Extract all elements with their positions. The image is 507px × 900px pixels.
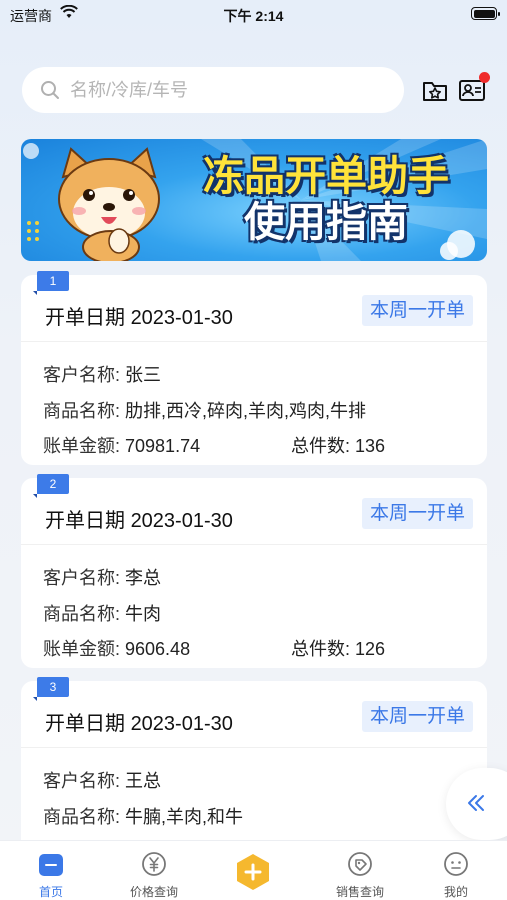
amount-value: 9606.48 [125,639,191,659]
tab-price-label: 价格查询 [129,885,178,899]
yen-icon [142,852,166,876]
goods-value: 牛肉 [125,604,162,624]
tab-mine[interactable]: 我的 [418,841,494,900]
contact-card-button[interactable] [458,72,490,104]
order-week-tag: 本周一开单 [361,498,473,529]
search-input[interactable] [70,79,370,101]
collapse-left-icon [468,795,484,811]
goods-value: 肋排,西冷,碎肉,羊肉,鸡肉,牛排 [125,401,367,421]
customer-row: 客户名称: 王总 [43,767,161,793]
goods-label: 商品名称: [43,604,126,624]
total-count: 总件数: 126 [291,635,385,661]
notification-dot [479,72,490,83]
order-index-badge: 1 [33,271,69,295]
guide-banner[interactable]: 冻品开单助手 使用指南 [21,139,487,261]
star-folder-icon[interactable] [421,76,449,104]
goods-value: 牛腩,羊肉,和牛 [125,807,244,827]
card-divider [21,544,487,545]
goods-row: 商品名称: 牛腩,羊肉,和牛 [43,803,243,829]
tab-price[interactable]: 价格查询 [112,841,196,900]
order-date-value: 2023-01-30 [130,713,233,735]
goods-label: 商品名称: [43,807,126,827]
order-index-badge: 2 [33,474,69,498]
amount-row: 账单金额: 9606.48 [43,635,190,661]
order-card[interactable]: 1 开单日期 2023-01-30 本周一开单 客户名称: 张三 商品名称: 肋… [21,271,487,465]
goods-label: 商品名称: [43,401,126,421]
banner-title: 冻品开单助手 使用指南 [171,153,481,245]
tab-home-label: 首页 [38,885,63,899]
customer-value: 张三 [125,365,162,385]
tab-sales-label: 销售查询 [335,885,384,899]
shiba-dog-illustration [58,147,160,261]
card-divider [21,747,487,748]
customer-label: 客户名称: [43,568,126,588]
add-order-button[interactable] [234,853,272,891]
status-time: 下午 2:14 [223,8,284,24]
order-week-tag: 本周一开单 [361,701,473,732]
customer-value: 李总 [125,568,162,588]
customer-row: 客户名称: 李总 [43,564,161,590]
amount-value: 70981.74 [125,436,201,456]
tab-mine-label: 我的 [443,885,468,899]
customer-row: 客户名称: 张三 [43,361,161,387]
customer-label: 客户名称: [43,771,126,791]
banner-title-line1: 冻品开单助手 [203,152,449,200]
order-date-value: 2023-01-30 [130,307,233,329]
total-value: 136 [355,436,386,456]
order-date: 开单日期 2023-01-30 [45,707,233,736]
goods-row: 商品名称: 肋排,西冷,碎肉,羊肉,鸡肉,牛排 [43,397,366,423]
status-bar: 运营商 下午 2:14 [0,0,507,30]
tag-icon [348,852,372,876]
total-count: 总件数: 136 [291,432,385,458]
card-divider [21,341,487,342]
total-label: 总件数: [291,639,356,659]
order-week-tag: 本周一开单 [361,295,473,326]
order-date-label: 开单日期 [45,510,125,532]
face-icon [444,852,468,876]
search-icon [41,81,59,99]
tab-home[interactable]: 首页 [12,841,90,900]
total-label: 总件数: [291,436,356,456]
total-value: 126 [355,639,386,659]
amount-row: 账单金额: 70981.74 [43,432,200,458]
order-date-label: 开单日期 [45,307,125,329]
home-icon [39,854,63,876]
banner-title-line2: 使用指南 [244,198,408,246]
customer-label: 客户名称: [43,365,126,385]
order-date: 开单日期 2023-01-30 [45,301,233,330]
order-date-value: 2023-01-30 [130,510,233,532]
order-date: 开单日期 2023-01-30 [45,504,233,533]
amount-label: 账单金额: [43,436,126,456]
customer-value: 王总 [125,771,162,791]
order-card[interactable]: 2 开单日期 2023-01-30 本周一开单 客户名称: 李总 商品名称: 牛… [21,474,487,668]
goods-row: 商品名称: 牛肉 [43,600,161,626]
tab-sales[interactable]: 销售查询 [318,841,402,900]
battery-icon [471,7,500,20]
amount-label: 账单金额: [43,639,126,659]
order-index-badge: 3 [33,677,69,701]
search-bar[interactable] [22,67,404,113]
order-date-label: 开单日期 [45,713,125,735]
